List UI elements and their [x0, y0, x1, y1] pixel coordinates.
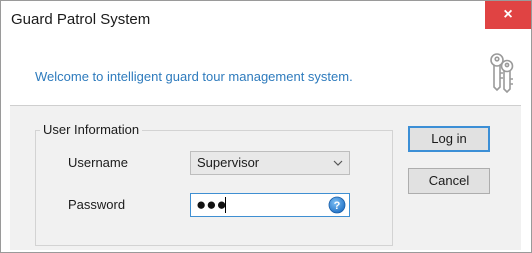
group-title: User Information: [40, 122, 143, 137]
password-mask: ●●●: [196, 195, 227, 214]
password-label: Password: [68, 197, 126, 212]
username-label: Username: [68, 155, 128, 170]
keys-icon: [490, 53, 514, 93]
username-value: Supervisor: [197, 155, 260, 170]
close-icon: ×: [503, 6, 513, 23]
help-icon[interactable]: ?: [328, 196, 346, 214]
welcome-text: Welcome to intelligent guard tour manage…: [35, 69, 353, 84]
title-bar[interactable]: Guard Patrol System ×: [1, 1, 531, 39]
close-button[interactable]: ×: [485, 1, 531, 29]
window-title: Guard Patrol System: [11, 11, 151, 28]
login-button[interactable]: Log in: [408, 126, 490, 152]
login-dialog: Guard Patrol System × Welcome to intelli…: [0, 0, 532, 253]
chevron-down-icon[interactable]: [333, 158, 343, 168]
cancel-button[interactable]: Cancel: [408, 168, 490, 194]
form-area: User Information Username Supervisor Pas…: [10, 106, 521, 250]
welcome-banner: Welcome to intelligent guard tour manage…: [10, 39, 521, 106]
text-caret: [225, 197, 226, 213]
user-information-group: [35, 130, 393, 246]
password-field[interactable]: ●●● ?: [190, 193, 350, 217]
username-select[interactable]: Supervisor: [190, 151, 350, 175]
svg-text:?: ?: [334, 200, 341, 212]
